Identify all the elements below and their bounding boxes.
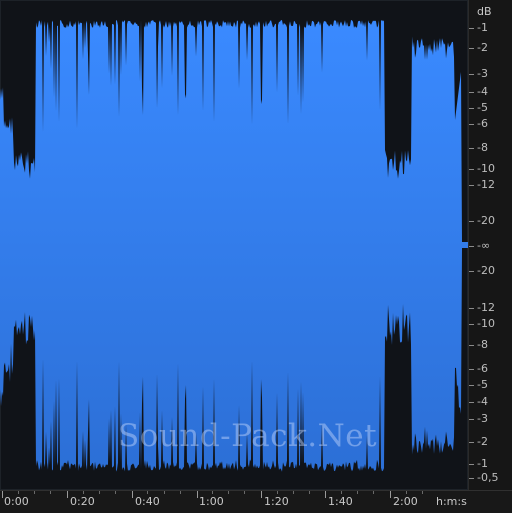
db-tick — [469, 92, 474, 93]
waveform-graphic[interactable] — [0, 0, 468, 490]
time-minor-tick — [115, 491, 116, 494]
db-tick — [469, 246, 474, 247]
db-tick — [469, 324, 474, 325]
db-tick — [469, 48, 474, 49]
db-label: -6 — [477, 117, 488, 130]
db-tick — [469, 369, 474, 370]
time-tick — [390, 491, 391, 498]
db-tick — [469, 442, 474, 443]
db-tick — [469, 169, 474, 170]
db-tick — [469, 221, 474, 222]
time-minor-tick — [50, 491, 52, 494]
time-label: 0:20 — [70, 495, 95, 508]
db-tick — [469, 419, 474, 420]
audio-editor-view: dB -1 -2 -3 -4 -5 -6 -8 -10 -12 -20 -∞ -… — [0, 0, 512, 513]
time-minor-tick — [244, 491, 246, 494]
time-tick — [261, 491, 262, 498]
db-label: -8 — [477, 141, 488, 154]
db-tick — [469, 478, 474, 479]
time-minor-tick — [421, 491, 423, 494]
db-label: -3 — [477, 412, 488, 425]
time-minor-tick — [147, 491, 149, 494]
time-label: 0:00 — [4, 495, 29, 508]
time-minor-tick — [308, 491, 310, 494]
db-label: -20 — [477, 214, 495, 227]
db-tick — [469, 345, 474, 346]
db-label: -2 — [477, 41, 488, 54]
db-unit-label: dB — [477, 5, 492, 18]
waveform-display[interactable] — [0, 0, 468, 490]
time-minor-tick — [405, 491, 407, 494]
db-tick — [469, 308, 474, 309]
time-minor-tick — [357, 491, 359, 494]
time-ruler[interactable]: 0:00 0:20 0:40 1:00 1:20 1:40 2:00 h:m:s — [0, 490, 512, 513]
db-label: -5 — [477, 378, 488, 391]
db-label: -20 — [477, 264, 495, 277]
db-label: -0,5 — [477, 471, 499, 484]
db-label: -8 — [477, 338, 488, 351]
time-minor-tick — [179, 491, 181, 494]
time-minor-tick — [18, 491, 20, 494]
db-label: -1 — [477, 457, 488, 470]
db-tick — [469, 402, 474, 403]
db-label: -12 — [477, 178, 495, 191]
time-minor-tick — [98, 491, 100, 494]
time-minor-tick — [373, 491, 375, 494]
db-tick — [469, 28, 474, 29]
waveform-envelope — [0, 20, 468, 472]
db-tick — [469, 185, 474, 186]
time-minor-tick — [34, 491, 36, 494]
db-label: -10 — [477, 317, 495, 330]
time-label: 1:40 — [328, 495, 353, 508]
time-minor-tick — [276, 491, 278, 494]
time-minor-tick — [211, 491, 213, 494]
time-minor-tick — [82, 491, 84, 494]
time-minor-tick — [163, 491, 165, 494]
db-label: -∞ — [477, 239, 491, 252]
time-minor-tick — [341, 491, 343, 494]
db-label: -10 — [477, 162, 495, 175]
db-tick — [469, 74, 474, 75]
db-label: -1 — [477, 21, 488, 34]
db-tick — [469, 124, 474, 125]
db-label: -6 — [477, 362, 488, 375]
time-tick — [2, 491, 3, 498]
time-tick — [132, 491, 133, 498]
time-tick — [197, 491, 198, 498]
time-tick — [325, 491, 326, 498]
time-minor-tick — [292, 491, 294, 494]
time-unit-label: h:m:s — [436, 495, 467, 508]
db-tick — [469, 464, 474, 465]
db-scale: dB -1 -2 -3 -4 -5 -6 -8 -10 -12 -20 -∞ -… — [468, 0, 512, 490]
time-label: 2:00 — [393, 495, 418, 508]
time-minor-tick — [228, 491, 230, 494]
time-label: 1:00 — [199, 495, 224, 508]
db-label: -4 — [477, 395, 488, 408]
db-label: -4 — [477, 85, 488, 98]
db-tick — [469, 271, 474, 272]
db-label: -3 — [477, 67, 488, 80]
db-tick — [469, 108, 474, 109]
db-label: -2 — [477, 435, 488, 448]
db-label: -5 — [477, 101, 488, 114]
time-label: 1:20 — [264, 495, 289, 508]
db-tick — [469, 148, 474, 149]
db-label: -12 — [477, 301, 495, 314]
time-tick — [67, 491, 68, 498]
time-label: 0:40 — [135, 495, 160, 508]
db-tick — [469, 385, 474, 386]
